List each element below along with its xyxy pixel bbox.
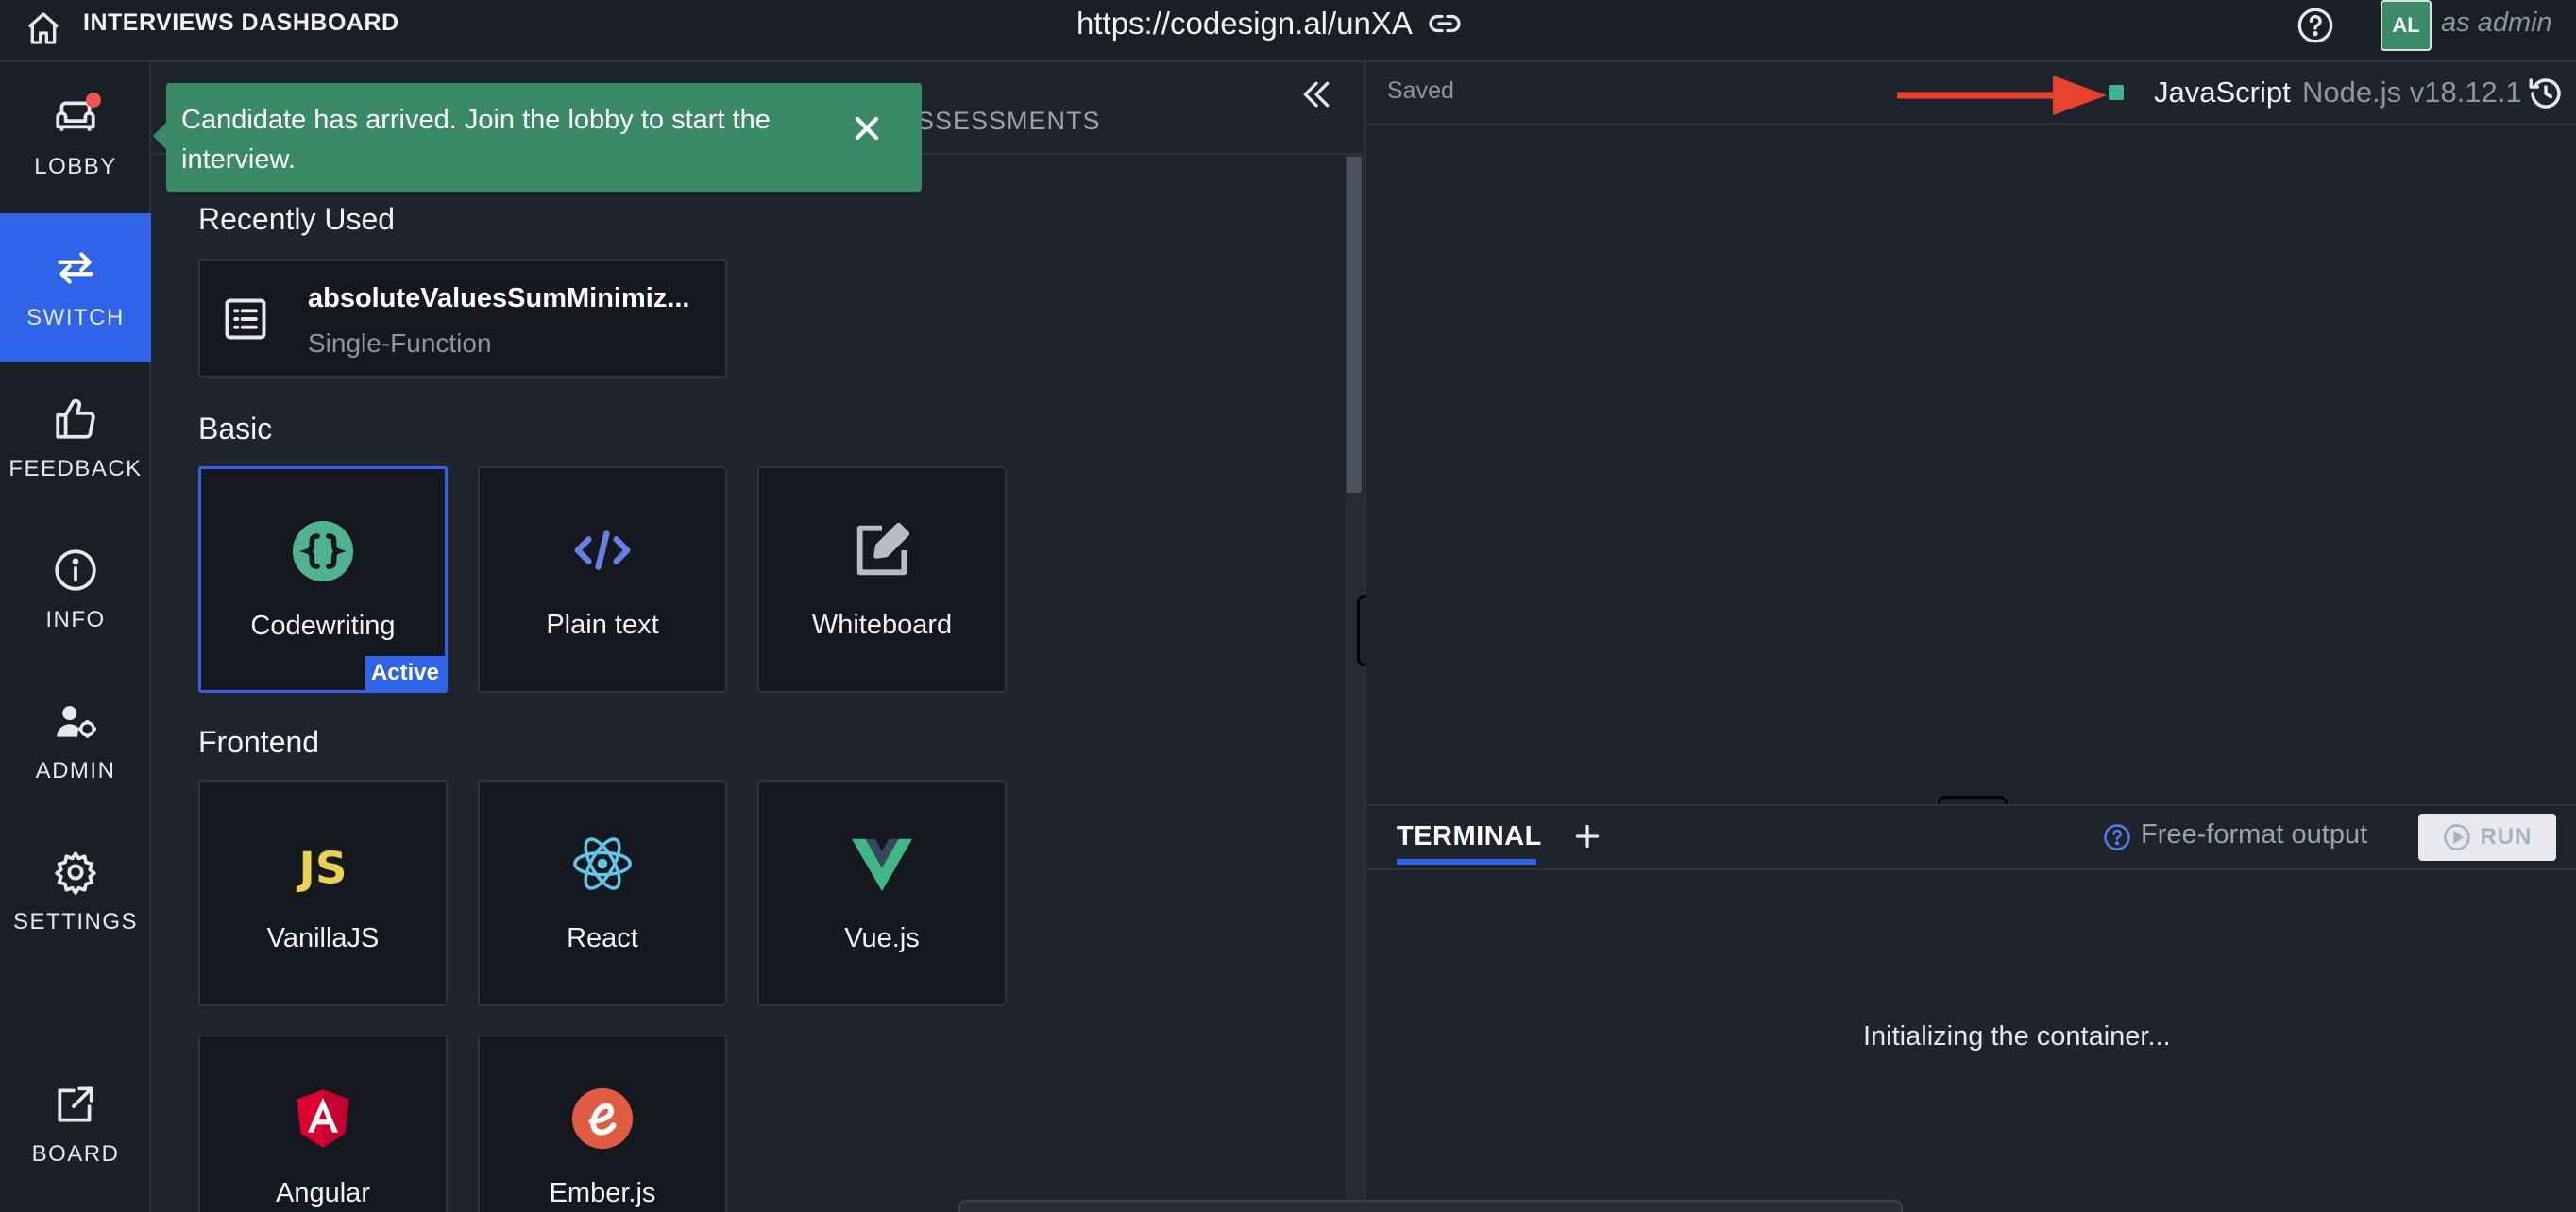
sidebar-item-label: INFO [45, 607, 106, 632]
external-link-icon [58, 1086, 93, 1122]
recent-item-title: absoluteValuesSumMinimiz... [308, 283, 690, 313]
tile-emberjs[interactable]: Ember.js [478, 1035, 727, 1212]
terminal-header: TERMINAL Free-format output RUN [1366, 806, 2576, 870]
sidebar-item-switch[interactable]: SWITCH [0, 213, 151, 362]
gear-icon [55, 851, 96, 895]
swap-arrows-icon [58, 252, 93, 284]
sidebar: LOBBY SWITCH FEEDBACK INFO ADMIN SETTING… [0, 62, 151, 1212]
panel-scrollbar-thumb[interactable] [1347, 157, 1362, 493]
tile-label: VanillaJS [266, 923, 380, 953]
editor-header: Saved JavaScript Node.js v18.12.1 [1366, 62, 2576, 125]
recently-used-heading: Recently Used [198, 202, 396, 236]
info-icon [55, 549, 96, 591]
tile-label: Whiteboard [811, 610, 953, 640]
avatar[interactable]: AL [2381, 0, 2432, 51]
code-icon [574, 530, 631, 570]
url-text: https://codesign.al/unXA [1076, 6, 1413, 41]
vue-icon [851, 838, 913, 892]
dashboard-link[interactable]: INTERVIEWS DASHBOARD [83, 9, 399, 37]
recent-item-subtitle: Single-Function [308, 328, 492, 358]
run-button-label: RUN [2480, 824, 2533, 850]
frontend-heading: Frontend [198, 725, 320, 759]
thumbs-up-icon [56, 398, 95, 439]
task-panel: ASSESSMENTS Recently Used absoluteValues… [153, 62, 1364, 1212]
toast-message: Candidate has arrived. Join the lobby to… [181, 105, 771, 175]
language-selector[interactable]: JavaScript [2154, 76, 2291, 109]
tile-label: Ember.js [549, 1178, 656, 1208]
tile-whiteboard[interactable]: Whiteboard [757, 466, 1007, 693]
tile-vuejs[interactable]: Vue.js [757, 780, 1007, 1006]
tile-react[interactable]: React [478, 780, 727, 1006]
runtime-version: Node.js v18.12.1 [2302, 76, 2522, 109]
language-status-dot [2109, 85, 2124, 100]
svg-text:JS: JS [297, 843, 347, 894]
tile-label: Angular [276, 1178, 370, 1208]
user-gear-icon [57, 706, 96, 738]
tab-active-indicator [1397, 859, 1536, 865]
help-circle-icon[interactable] [2103, 823, 2131, 851]
history-icon[interactable] [2526, 74, 2566, 113]
tile-codewriting[interactable]: Codewriting Active [198, 466, 448, 693]
copy-link-icon[interactable] [1428, 7, 1462, 41]
angular-icon [297, 1089, 349, 1148]
role-label: as admin [2441, 8, 2552, 38]
candidate-arrived-toast: Candidate has arrived. Join the lobby to… [153, 83, 922, 192]
sidebar-item-board[interactable]: BOARD [0, 1050, 151, 1199]
basic-heading: Basic [198, 412, 273, 446]
terminal-panel: TERMINAL Free-format output RUN Initiali… [1366, 804, 2576, 1212]
document-list-icon [225, 298, 266, 340]
sidebar-item-label: FEEDBACK [8, 456, 143, 481]
sidebar-item-feedback[interactable]: FEEDBACK [0, 364, 151, 513]
braces-icon [292, 520, 354, 582]
sidebar-item-info[interactable]: INFO [0, 515, 151, 665]
run-button[interactable]: RUN [2418, 814, 2556, 861]
tile-vanillajs[interactable]: JS VanillaJS [198, 780, 448, 1006]
save-status: Saved [1387, 77, 1454, 104]
collapse-panel-icon[interactable] [1297, 76, 1335, 113]
tile-plain-text[interactable]: Plain text [478, 466, 727, 693]
tile-label: React [567, 923, 638, 953]
sidebar-item-label: SWITCH [26, 305, 125, 330]
bottom-drawer-edge [958, 1200, 1903, 1212]
session-url: https://codesign.al/unXA [1076, 6, 1462, 42]
plus-icon[interactable] [1570, 819, 1604, 853]
terminal-status: Initializing the container... [1863, 1021, 2171, 1052]
output-mode-label: Free-format output [2141, 819, 2368, 850]
tab-terminal[interactable]: TERMINAL [1397, 821, 1542, 852]
notification-dot [86, 93, 101, 108]
sidebar-item-label: LOBBY [34, 154, 117, 179]
sidebar-item-label: SETTINGS [12, 909, 138, 934]
top-bar: INTERVIEWS DASHBOARD https://codesign.al… [0, 0, 2576, 62]
recent-item-card[interactable]: absoluteValuesSumMinimiz... Single-Funct… [198, 259, 727, 378]
react-icon [573, 837, 632, 890]
red-arrow-annotation [1897, 76, 2107, 115]
edit-icon [856, 522, 910, 576]
code-editor[interactable]: Saved JavaScript Node.js v18.12.1 [1366, 62, 2576, 804]
play-circle-icon [2443, 824, 2470, 850]
sidebar-item-label: ADMIN [35, 758, 116, 783]
sidebar-item-lobby[interactable]: LOBBY [0, 62, 151, 211]
sidebar-item-label: BOARD [31, 1141, 120, 1167]
active-badge: Active [364, 656, 445, 690]
tile-label: Codewriting [250, 611, 396, 641]
js-icon: JS [297, 843, 347, 894]
tab-assessments[interactable]: ASSESSMENTS [899, 107, 1101, 136]
tile-label: Vue.js [844, 923, 920, 953]
tile-angular[interactable]: Angular [198, 1035, 448, 1212]
sidebar-item-admin[interactable]: ADMIN [0, 666, 151, 816]
home-icon[interactable] [25, 9, 62, 47]
help-icon[interactable] [2296, 7, 2334, 44]
ember-icon [571, 1087, 634, 1150]
sidebar-item-settings[interactable]: SETTINGS [0, 817, 151, 967]
close-icon[interactable] [848, 109, 886, 147]
tile-label: Plain text [546, 610, 659, 640]
